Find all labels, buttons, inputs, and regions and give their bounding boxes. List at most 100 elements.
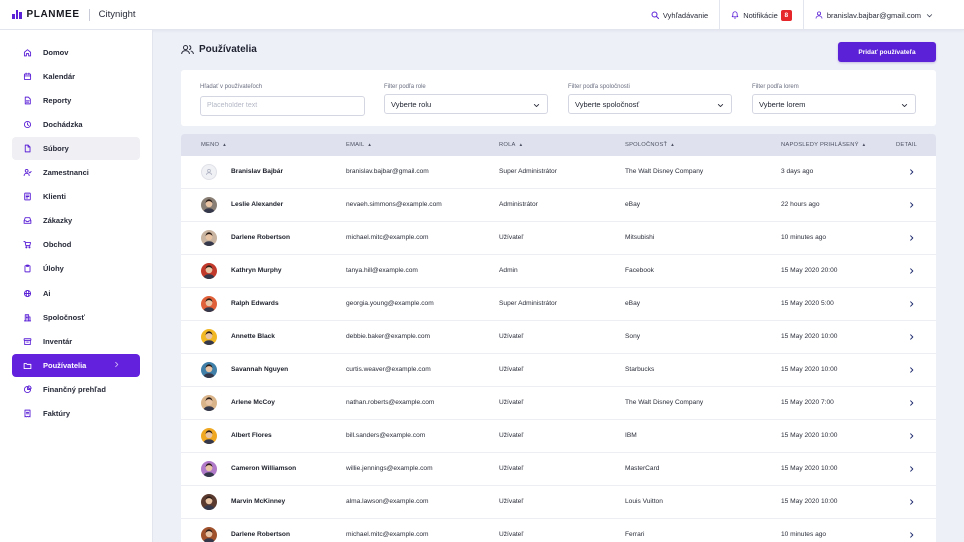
sidebar-item-employees[interactable]: Zamestnanci [12, 161, 140, 183]
user-company: MasterCard [625, 465, 660, 472]
avatar [201, 296, 217, 312]
globe-icon [23, 289, 32, 297]
bell-icon [731, 11, 739, 19]
column-header-last-login[interactable]: NAPOSLEDY PRIHLÁSENÝ ▲ [781, 141, 867, 149]
table-row[interactable]: Marvin McKinney alma.lawson@example.com Už… [181, 486, 936, 519]
user-menu[interactable]: branislav.bajbar@gmail.com [802, 0, 944, 30]
sidebar-item-folder[interactable]: Používatelia [12, 354, 140, 377]
sidebar-item-clipboard[interactable]: Úlohy [12, 258, 140, 280]
sidebar-item-pie-chart[interactable]: Finančný prehľad [12, 378, 140, 400]
table-row[interactable]: Kathryn Murphy tanya.hill@example.com Admi… [181, 255, 936, 288]
search-button[interactable]: Vyhľadávanie [640, 0, 719, 30]
lorem-select[interactable]: Vyberte lorem [752, 94, 916, 114]
sidebar-item-globe[interactable]: Ai [12, 282, 140, 304]
page-title: Používatelia [199, 44, 257, 55]
sidebar-item-clock[interactable]: Dochádzka [12, 113, 140, 135]
table-row[interactable]: Savannah Nguyen curtis.weaver@example.com… [181, 354, 936, 387]
sidebar-item-building[interactable]: Spoločnosť [12, 306, 140, 328]
sidebar-item-home[interactable]: Domov [12, 41, 140, 63]
user-company: The Walt Disney Company [625, 168, 704, 175]
notifications-button[interactable]: Notifikácie 8 [719, 0, 803, 30]
column-header-role[interactable]: ROLA ▲ [499, 142, 523, 149]
folder-icon [23, 362, 32, 369]
column-header-role-label: ROLA [499, 142, 516, 148]
clipboard-icon [24, 265, 31, 273]
chevron-right-icon[interactable] [908, 300, 915, 308]
user-last-login: 15 May 2020 10:00 [781, 333, 838, 340]
user-company: Louis Vuitton [625, 498, 663, 505]
avatar [201, 197, 217, 213]
avatar [201, 164, 217, 180]
user-email: branislav.bajbar@gmail.com [346, 168, 429, 175]
role-filter: Filter podľa role Vyberte rolu [384, 84, 549, 114]
lorem-filter: Filter podľa lorem Vyberte lorem [752, 84, 917, 114]
sidebar-item-invoice[interactable]: Faktúry [12, 402, 140, 424]
table-row[interactable]: Ralph Edwards georgia.young@example.com Su… [181, 288, 936, 321]
table-row[interactable]: Leslie Alexander nevaeh.simmons@example.c… [181, 189, 936, 222]
user-email: nevaeh.simmons@example.com [346, 201, 442, 208]
user-email: michael.mitc@example.com [346, 531, 429, 538]
sidebar: Domov Kalendár Reporty Dochádzka Súbory Zames… [0, 30, 153, 542]
sidebar-item-file[interactable]: Súbory [12, 137, 140, 160]
table-row[interactable]: Albert Flores bill.sanders@example.com Uží… [181, 420, 936, 453]
user-name: Branislav Bajbár [231, 168, 284, 175]
table-row[interactable]: Darlene Robertson michael.mitc@example.co… [181, 519, 936, 542]
column-header-company[interactable]: SPOLOČNOSŤ ▲ [625, 142, 675, 149]
column-header-name[interactable]: MENO ▲ [201, 142, 227, 149]
lorem-filter-label: Filter podľa lorem [752, 84, 799, 90]
avatar-photo-icon [201, 296, 217, 312]
company-select-value: Vyberte spoločnosť [575, 99, 640, 109]
user-name: Albert Flores [231, 432, 272, 439]
table-row[interactable]: Arlene McCoy nathan.roberts@example.com Už… [181, 387, 936, 420]
sort-asc-icon: ▲ [861, 141, 867, 147]
table-row[interactable]: Branislav Bajbár branislav.bajbar@gmail.c… [181, 156, 936, 189]
company-select[interactable]: Vyberte spoločnosť [568, 94, 732, 114]
sidebar-item-clients[interactable]: Klienti [12, 186, 140, 208]
table-row[interactable]: Cameron Williamson willie.jennings@exampl… [181, 453, 936, 486]
chevron-right-icon[interactable] [908, 465, 915, 473]
user-name: Savannah Nguyen [231, 366, 289, 373]
sidebar-item-inbox[interactable]: Zákazky [12, 210, 140, 232]
chevron-right-icon[interactable] [908, 168, 915, 176]
chevron-down-icon [901, 103, 908, 108]
chevron-right-icon[interactable] [908, 333, 915, 341]
chevron-right-icon[interactable] [908, 234, 915, 242]
chevron-right-icon[interactable] [908, 531, 915, 539]
sidebar-item-label: Ai [43, 288, 51, 298]
user-last-login: 15 May 2020 10:00 [781, 366, 838, 373]
avatar [201, 329, 217, 345]
column-header-email[interactable]: EMAIL ▲ [346, 142, 372, 149]
role-select[interactable]: Vyberte rolu [384, 94, 548, 114]
sidebar-item-cart[interactable]: Obchod [12, 234, 140, 256]
table-row[interactable]: Annette Black debbie.baker@example.com Uží… [181, 321, 936, 354]
chevron-right-icon[interactable] [908, 498, 915, 506]
column-header-email-label: EMAIL [346, 142, 365, 148]
user-search-input[interactable] [200, 95, 365, 116]
avatar-photo-icon [201, 329, 217, 345]
sidebar-item-archive[interactable]: Inventár [12, 330, 140, 352]
user-email: bill.sanders@example.com [346, 432, 426, 439]
table-row[interactable]: Darlene Robertson michael.mitc@example.co… [181, 222, 936, 255]
add-user-button[interactable]: Pridať používateľa [838, 42, 936, 62]
user-email: nathan.roberts@example.com [346, 399, 435, 406]
chevron-right-icon[interactable] [908, 201, 915, 209]
avatar [201, 527, 217, 542]
user-company: eBay [625, 300, 641, 307]
chevron-right-icon[interactable] [908, 366, 915, 374]
chevron-right-icon[interactable] [908, 267, 915, 275]
column-header-name-label: MENO [201, 142, 220, 148]
invoice-icon [24, 409, 31, 418]
user-role: Administrátor [499, 201, 538, 208]
sidebar-item-document[interactable]: Reporty [12, 89, 140, 111]
user-last-login: 10 minutes ago [781, 234, 827, 241]
sidebar-item-label: Úlohy [43, 264, 64, 274]
search-label: Vyhľadávanie [662, 10, 709, 20]
chevron-right-icon[interactable] [908, 399, 915, 407]
sidebar-item-calendar[interactable]: Kalendár [12, 65, 140, 87]
chevron-right-icon[interactable] [908, 432, 915, 440]
sidebar-item-label: Klienti [43, 192, 66, 202]
logo[interactable]: PLANMEE [12, 9, 80, 20]
sidebar-item-label: Domov [43, 47, 69, 57]
workspace-name[interactable]: Citynight [99, 9, 136, 20]
top-bar: PLANMEE Citynight Vyhľadávanie Notifikác… [0, 0, 964, 30]
